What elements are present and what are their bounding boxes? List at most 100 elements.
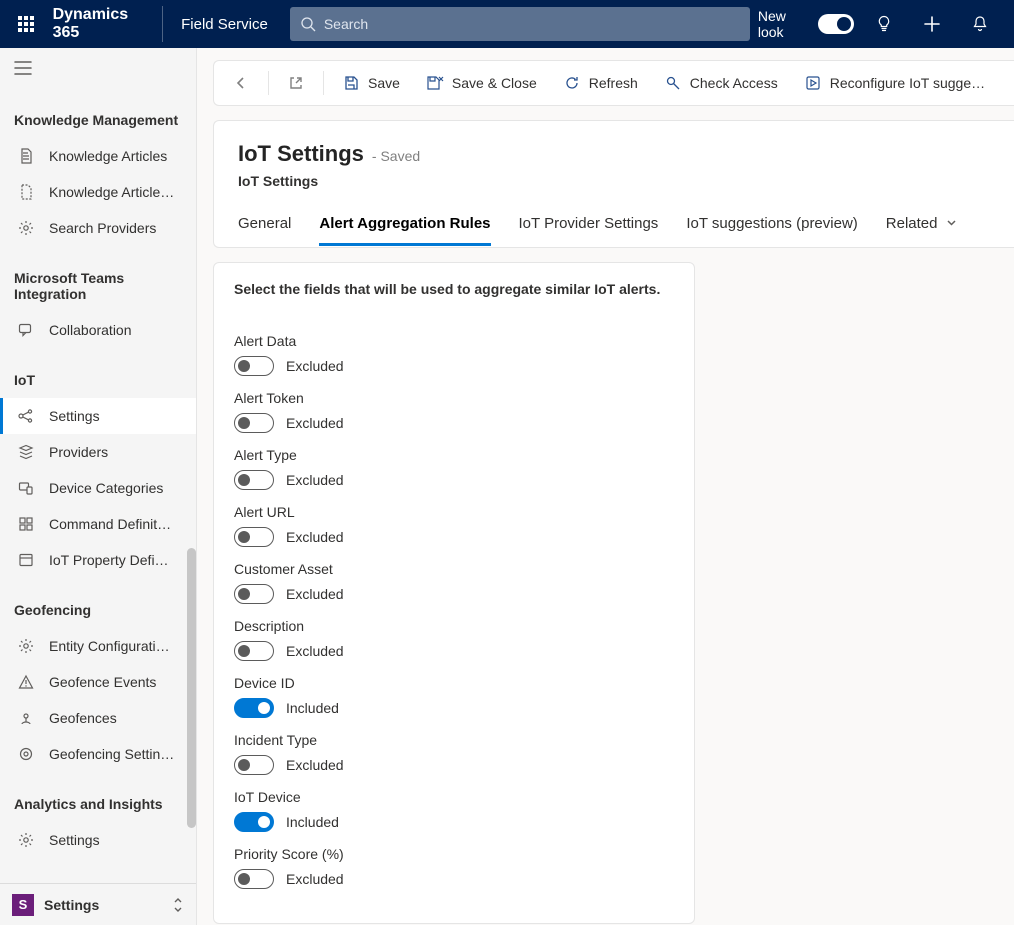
lightbulb-icon xyxy=(875,15,893,33)
field-row: Excluded xyxy=(234,869,674,889)
toggle-state: Excluded xyxy=(286,643,344,659)
tab-label: Related xyxy=(886,215,938,232)
toggle[interactable] xyxy=(234,413,274,433)
nav-item-label: Command Definit… xyxy=(49,516,171,532)
sidebar-scrollbar[interactable] xyxy=(186,548,196,883)
nav-item-search-providers[interactable]: Search Providers xyxy=(0,210,196,246)
brand-label[interactable]: Dynamics 365 xyxy=(49,6,164,42)
nav-item-geofencing-settings[interactable]: Geofencing Settin… xyxy=(0,736,196,772)
nav-item-collaboration[interactable]: Collaboration xyxy=(0,312,196,348)
nav-item-knowledge-article-templates[interactable]: Knowledge Article… xyxy=(0,174,196,210)
nav-item-label: Settings xyxy=(49,832,100,848)
nav-item-entity-configuration[interactable]: Entity Configurati… xyxy=(0,628,196,664)
tabs: General Alert Aggregation Rules IoT Prov… xyxy=(238,215,990,247)
nav-item-command-definitions[interactable]: Command Definit… xyxy=(0,506,196,542)
refresh-icon xyxy=(563,74,581,92)
hamburger-icon xyxy=(14,61,32,75)
toggle[interactable] xyxy=(234,527,274,547)
toggle[interactable] xyxy=(234,755,274,775)
search-placeholder: Search xyxy=(324,16,368,32)
search-input[interactable]: Search xyxy=(290,7,750,41)
save-button[interactable]: Save xyxy=(330,60,412,106)
nav-item-device-categories[interactable]: Device Categories xyxy=(0,470,196,506)
aggregation-field: IoT DeviceIncluded xyxy=(234,789,674,832)
toggle[interactable] xyxy=(234,869,274,889)
aggregation-field: Incident TypeExcluded xyxy=(234,732,674,775)
tab-iot-suggestions[interactable]: IoT suggestions (preview) xyxy=(686,215,857,246)
field-label: Priority Score (%) xyxy=(234,846,674,862)
nav-item-label: Knowledge Article… xyxy=(49,184,174,200)
cmd-label: Refresh xyxy=(589,75,638,91)
gear-icon xyxy=(17,831,35,849)
document-dashed-icon xyxy=(17,183,35,201)
field-row: Excluded xyxy=(234,413,674,433)
sidebar-scroll[interactable]: Knowledge Management Knowledge Articles … xyxy=(0,88,196,883)
add-button[interactable] xyxy=(910,0,954,48)
nav-item-analytics-settings[interactable]: Settings xyxy=(0,822,196,858)
search-icon xyxy=(300,16,316,32)
nav-item-label: Entity Configurati… xyxy=(49,638,170,654)
page-title: IoT Settings xyxy=(238,141,364,167)
notifications-button[interactable] xyxy=(958,0,1002,48)
panel-lead: Select the fields that will be used to a… xyxy=(234,281,674,297)
save-close-button[interactable]: Save & Close xyxy=(414,60,549,106)
nav-item-label: Geofencing Settin… xyxy=(49,746,174,762)
area-name: Settings xyxy=(44,897,162,913)
toggle[interactable] xyxy=(234,356,274,376)
tab-related[interactable]: Related xyxy=(886,215,957,246)
help-button[interactable] xyxy=(862,0,906,48)
nav-item-knowledge-articles[interactable]: Knowledge Articles xyxy=(0,138,196,174)
toggle[interactable] xyxy=(234,698,274,718)
field-row: Excluded xyxy=(234,356,674,376)
reconfigure-button[interactable]: Reconfigure IoT sugge… xyxy=(792,60,997,106)
toggle[interactable] xyxy=(234,584,274,604)
refresh-button[interactable]: Refresh xyxy=(551,60,650,106)
sidebar: Knowledge Management Knowledge Articles … xyxy=(0,48,197,925)
field-label: Customer Asset xyxy=(234,561,674,577)
toggle[interactable] xyxy=(234,470,274,490)
new-look-toggle[interactable]: New look xyxy=(758,8,855,40)
toggle-state: Included xyxy=(286,700,339,716)
field-row: Included xyxy=(234,812,674,832)
main-content: Save Save & Close Refresh Check Access xyxy=(197,48,1014,925)
aggregation-field: Alert TypeExcluded xyxy=(234,447,674,490)
form-header: IoT Settings - Saved IoT Settings Genera… xyxy=(213,120,1014,248)
app-name[interactable]: Field Service xyxy=(167,16,282,33)
nav-item-label: Providers xyxy=(49,444,108,460)
toggle[interactable] xyxy=(234,641,274,661)
sidebar-collapse-button[interactable] xyxy=(0,48,196,88)
tab-iot-provider[interactable]: IoT Provider Settings xyxy=(519,215,659,246)
nav-item-iot-settings[interactable]: Settings xyxy=(0,398,196,434)
tab-label: IoT suggestions (preview) xyxy=(686,215,857,232)
nav-section-iot: IoT xyxy=(0,366,196,398)
tab-general[interactable]: General xyxy=(238,215,291,246)
toggle-state: Excluded xyxy=(286,415,344,431)
chevron-down-icon xyxy=(946,215,957,232)
nav-section-analytics: Analytics and Insights xyxy=(0,790,196,822)
app-launcher[interactable] xyxy=(8,0,45,48)
field-row: Included xyxy=(234,698,674,718)
check-access-button[interactable]: Check Access xyxy=(652,60,790,106)
open-in-new-button[interactable] xyxy=(275,60,317,106)
cmd-label: Reconfigure IoT sugge… xyxy=(830,75,985,91)
cmd-label: Save & Close xyxy=(452,75,537,91)
nav-section-teams: Microsoft Teams Integration xyxy=(0,264,196,312)
stack-icon xyxy=(17,443,35,461)
tab-alert-aggregation[interactable]: Alert Aggregation Rules xyxy=(319,215,490,246)
toggle-state: Excluded xyxy=(286,871,344,887)
nav-item-geofences[interactable]: Geofences xyxy=(0,700,196,736)
nav-item-geofence-events[interactable]: Geofence Events xyxy=(0,664,196,700)
aggregation-field: Alert DataExcluded xyxy=(234,333,674,376)
field-row: Excluded xyxy=(234,527,674,547)
grid-icon xyxy=(17,515,35,533)
warning-icon xyxy=(17,673,35,691)
back-button[interactable] xyxy=(220,60,262,106)
toggle-state: Excluded xyxy=(286,529,344,545)
toggle[interactable] xyxy=(234,812,274,832)
area-switcher[interactable]: S Settings xyxy=(0,883,196,925)
separator xyxy=(323,71,324,95)
nav-item-iot-providers[interactable]: Providers xyxy=(0,434,196,470)
scrollbar-thumb[interactable] xyxy=(187,548,196,828)
nav-item-iot-property-definitions[interactable]: IoT Property Defi… xyxy=(0,542,196,578)
key-search-icon xyxy=(664,74,682,92)
